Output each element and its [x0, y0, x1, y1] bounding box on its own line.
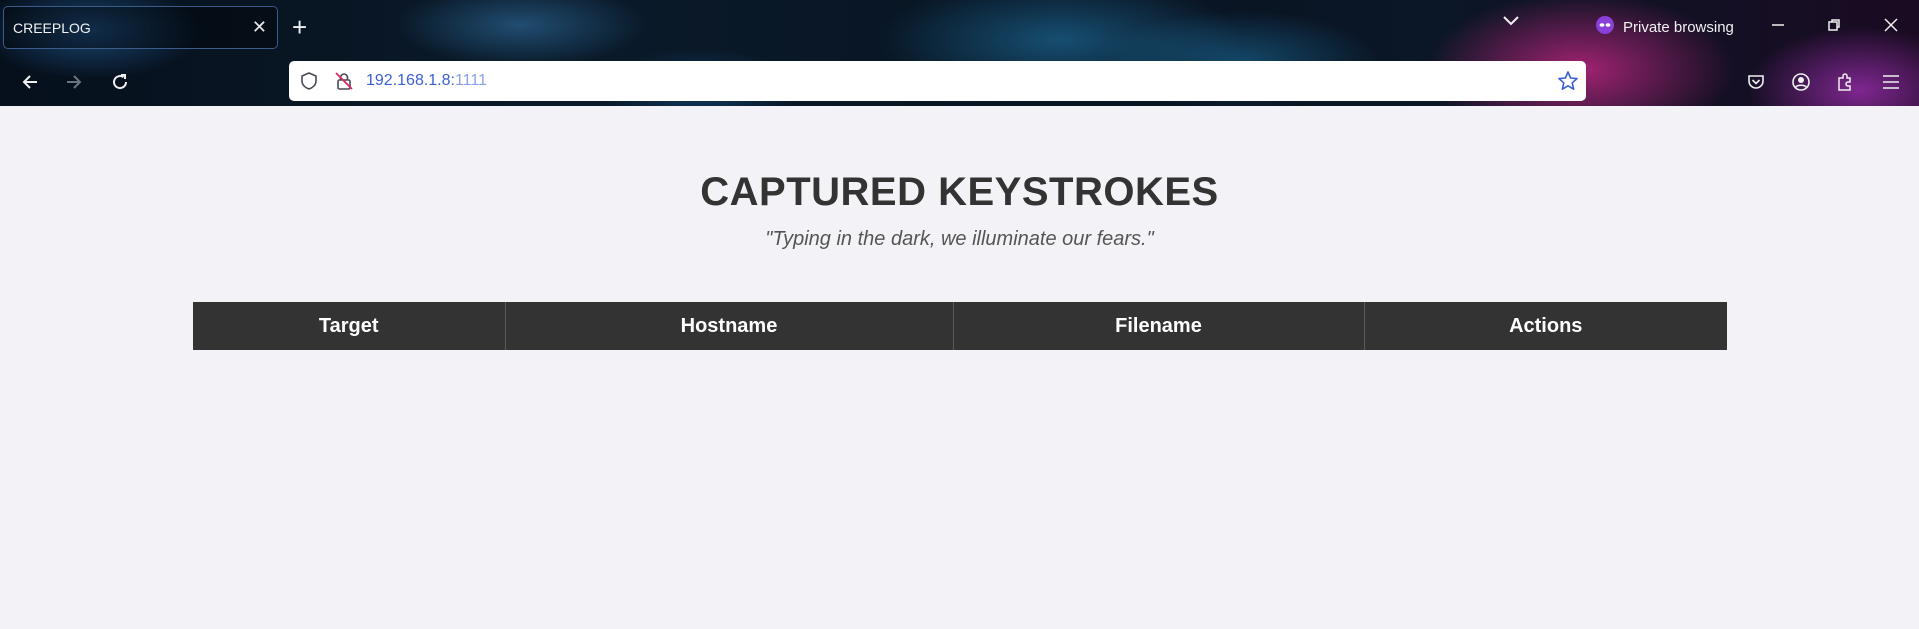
page-title: CAPTURED KEYSTROKES: [700, 170, 1219, 214]
tab-list-chevron-icon[interactable]: [1502, 14, 1520, 33]
close-window-icon[interactable]: [1879, 13, 1903, 37]
tab-close-icon[interactable]: ✕: [252, 16, 267, 38]
browser-tab[interactable]: CREEPLOG ✕: [3, 6, 278, 49]
column-header-actions: Actions: [1363, 302, 1727, 350]
keystrokes-table: Target Hostname Filename Actions: [193, 302, 1727, 350]
shield-icon[interactable]: [299, 71, 319, 96]
browser-chrome: CREEPLOG ✕ + Private browsing 192.168.1.…: [0, 0, 1919, 106]
column-header-target: Target: [193, 302, 505, 350]
back-icon[interactable]: [17, 69, 43, 95]
insecure-lock-icon[interactable]: [334, 71, 354, 96]
menu-icon[interactable]: [1878, 69, 1904, 95]
reload-icon[interactable]: [107, 69, 133, 95]
private-browsing-indicator: Private browsing: [1596, 16, 1734, 39]
forward-icon[interactable]: [61, 69, 87, 95]
private-mask-icon: [1596, 16, 1614, 39]
pocket-icon[interactable]: [1743, 69, 1769, 95]
restore-icon[interactable]: [1822, 13, 1846, 37]
url-text[interactable]: 192.168.1.8:1111: [366, 72, 487, 90]
account-icon[interactable]: [1788, 69, 1814, 95]
extensions-icon[interactable]: [1832, 69, 1858, 95]
private-browsing-label: Private browsing: [1623, 19, 1734, 36]
url-port: 1111: [454, 72, 487, 89]
table-header-row: Target Hostname Filename Actions: [193, 302, 1727, 350]
column-header-hostname: Hostname: [504, 302, 953, 350]
url-host: 192.168.1.8:: [366, 72, 455, 89]
column-header-filename: Filename: [952, 302, 1364, 350]
new-tab-button[interactable]: +: [292, 12, 307, 42]
page-quote: "Typing in the dark, we illuminate our f…: [765, 228, 1154, 250]
minimize-icon[interactable]: [1766, 13, 1790, 37]
tab-title: CREEPLOG: [13, 19, 91, 36]
url-bar[interactable]: 192.168.1.8:1111: [289, 61, 1586, 101]
bookmark-star-icon[interactable]: [1557, 70, 1579, 97]
